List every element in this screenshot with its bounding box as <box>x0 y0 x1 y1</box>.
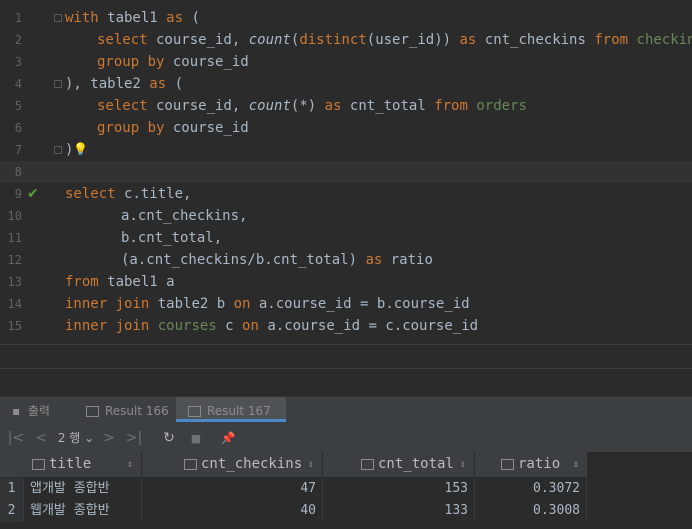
code-text: inner join courses c on a.course_id = c.… <box>65 318 479 334</box>
column-header-ratio[interactable]: ratio ⇕ <box>475 452 588 477</box>
code-line: 4 ), table2 as ( <box>0 73 692 95</box>
code-line-current: 8 <box>0 161 692 183</box>
last-page-button[interactable]: >| <box>124 425 144 452</box>
cell-ratio[interactable]: 0.3072 <box>475 478 587 500</box>
fold-marker-icon[interactable] <box>54 146 62 154</box>
pin-icon[interactable]: 📌 <box>216 425 240 452</box>
fold-marker-icon[interactable] <box>54 14 62 22</box>
code-line: 11 b.cnt_total, <box>0 227 692 249</box>
line-number: 10 <box>7 209 22 223</box>
divider <box>0 368 692 369</box>
table-icon <box>188 406 201 417</box>
line-number: 4 <box>14 77 22 91</box>
line-number: 5 <box>14 99 22 113</box>
fold-marker-icon[interactable] <box>54 80 62 88</box>
table-row[interactable]: 2 웹개발 종합반 40 133 0.3008 <box>0 500 587 522</box>
column-icon <box>501 458 514 470</box>
line-number: 13 <box>7 275 22 289</box>
results-grid: title ⇕ cnt_checkins ⇕ cnt_total ⇕ ratio ⇕ 1… <box>0 452 692 529</box>
tab-result-167[interactable]: Result 167 <box>176 397 286 422</box>
sort-icon[interactable]: ⇕ <box>573 452 579 477</box>
row-number: 2 <box>0 500 24 522</box>
sql-editor[interactable]: 1 with tabel1 as ( 2 select course_id, c… <box>0 0 692 393</box>
row-number: 1 <box>0 478 24 500</box>
column-icon <box>361 458 374 470</box>
code-line: 6 group by course_id <box>0 117 692 139</box>
column-header-title[interactable]: title ⇕ <box>24 452 142 477</box>
row-count-selector[interactable]: 2 행 ⌄ <box>56 425 96 452</box>
code-line: 2 select course_id, count(distinct(user_… <box>0 29 692 51</box>
code-text: select course_id, count(*) as cnt_total … <box>97 98 527 114</box>
line-number: 3 <box>14 55 22 69</box>
code-text: from tabel1 a <box>65 274 175 290</box>
code-line: 15 inner join courses c on a.course_id =… <box>0 315 692 337</box>
column-icon <box>32 458 45 470</box>
code-text: with tabel1 as ( <box>65 10 200 26</box>
code-text: inner join table2 b on a.course_id = b.c… <box>65 296 470 312</box>
code-text: group by course_id <box>97 120 249 136</box>
code-text: group by course_id <box>97 54 249 70</box>
cell-cnt-total[interactable]: 133 <box>323 500 475 522</box>
cell-title[interactable]: 웹개발 종합반 <box>24 500 142 522</box>
code-text: select course_id, count(distinct(user_id… <box>97 32 692 48</box>
code-line: 13 from tabel1 a <box>0 271 692 293</box>
table-icon <box>86 406 99 417</box>
line-number: 7 <box>14 143 22 157</box>
code-line: 3 group by course_id <box>0 51 692 73</box>
code-line: 7 ) 💡 <box>0 139 692 161</box>
column-icon <box>184 458 197 470</box>
execution-check-icon: ✔ <box>27 186 39 202</box>
table-row[interactable]: 1 앱개발 종합반 47 153 0.3072 <box>0 478 587 500</box>
cell-title[interactable]: 앱개발 종합반 <box>24 478 142 500</box>
refresh-icon[interactable]: ↻ <box>158 425 180 452</box>
tab-output[interactable]: ▪ 출력 <box>12 397 74 425</box>
sort-icon[interactable]: ⇕ <box>460 452 466 477</box>
cell-cnt-checkins[interactable]: 47 <box>142 478 323 500</box>
prev-page-button[interactable]: < <box>32 425 50 452</box>
code-text: (a.cnt_checkins/b.cnt_total) as ratio <box>121 252 433 268</box>
line-number: 1 <box>14 11 22 25</box>
code-text: b.cnt_total, <box>121 230 223 246</box>
code-line: 10 a.cnt_checkins, <box>0 205 692 227</box>
code-line: 9 ✔ select c.title, <box>0 183 692 205</box>
code-text: a.cnt_checkins, <box>121 208 248 224</box>
chevron-down-icon: ⌄ <box>80 431 95 445</box>
line-number: 6 <box>14 121 22 135</box>
code-line: 14 inner join table2 b on a.course_id = … <box>0 293 692 315</box>
line-number: 14 <box>7 297 22 311</box>
line-number: 2 <box>14 33 22 47</box>
line-number: 9 <box>14 187 22 201</box>
tab-result-166[interactable]: Result 166 <box>86 397 176 425</box>
cell-ratio[interactable]: 0.3008 <box>475 500 587 522</box>
row-number-header <box>0 452 25 477</box>
results-tab-bar: ▪ 출력 Result 166 Result 167 <box>0 396 692 425</box>
code-line: 12 (a.cnt_checkins/b.cnt_total) as ratio <box>0 249 692 271</box>
output-icon: ▪ <box>12 404 21 418</box>
code-text: ), table2 as ( <box>65 76 184 92</box>
lightbulb-icon[interactable]: 💡 <box>73 142 88 156</box>
cell-cnt-checkins[interactable]: 40 <box>142 500 323 522</box>
next-page-button[interactable]: > <box>100 425 118 452</box>
line-number: 15 <box>7 319 22 333</box>
code-line: 1 with tabel1 as ( <box>0 7 692 29</box>
first-page-button[interactable]: |< <box>6 425 26 452</box>
sort-icon[interactable]: ⇕ <box>127 452 133 477</box>
line-number: 11 <box>7 231 22 245</box>
column-header-cnt-total[interactable]: cnt_total ⇕ <box>323 452 475 477</box>
line-number: 8 <box>14 165 22 179</box>
divider <box>0 344 692 345</box>
column-header-cnt-checkins[interactable]: cnt_checkins ⇕ <box>142 452 323 477</box>
results-toolbar: |< < 2 행 ⌄ > >| ↻ ■ 📌 <box>0 425 692 453</box>
code-line: 5 select course_id, count(*) as cnt_tota… <box>0 95 692 117</box>
cell-cnt-total[interactable]: 153 <box>323 478 475 500</box>
code-text: select c.title, <box>65 186 192 202</box>
sort-icon[interactable]: ⇕ <box>308 452 314 477</box>
line-number: 12 <box>7 253 22 267</box>
stop-icon[interactable]: ■ <box>186 425 206 452</box>
